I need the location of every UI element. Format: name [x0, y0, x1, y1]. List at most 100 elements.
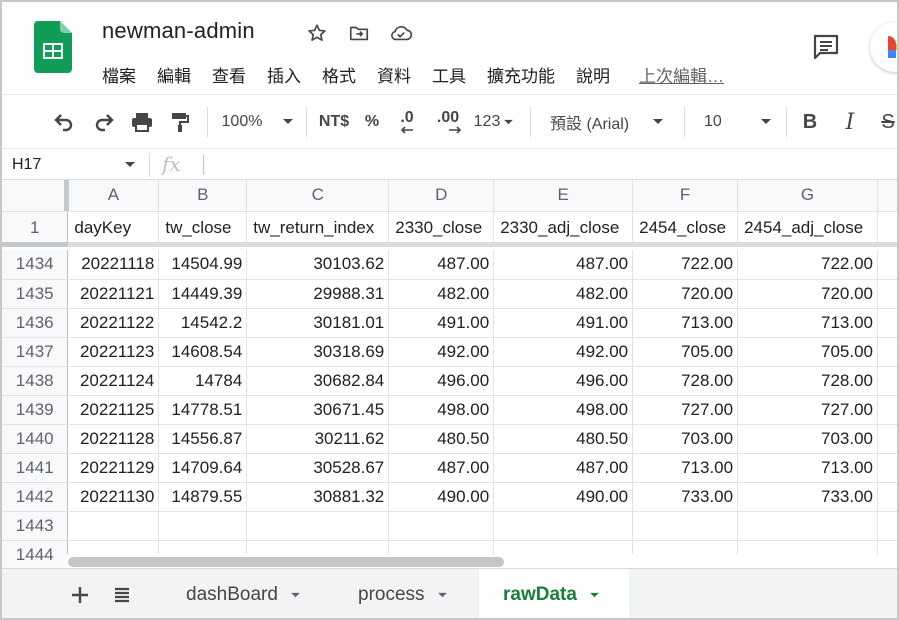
undo-icon[interactable]: [50, 95, 78, 149]
cell[interactable]: 703.00: [632, 424, 739, 454]
cell[interactable]: 705.00: [737, 337, 879, 367]
header-cell[interactable]: 2330_close: [388, 211, 495, 246]
column-freeze-handle[interactable]: [64, 180, 69, 211]
scrollbar-thumb[interactable]: [68, 557, 504, 567]
cell[interactable]: 487.00: [493, 250, 634, 280]
formula-input[interactable]: [203, 155, 204, 175]
cell[interactable]: 20221125: [67, 395, 160, 425]
header-cell[interactable]: 2454_close: [632, 211, 739, 246]
more-formats-button[interactable]: 123: [470, 95, 518, 149]
sheets-logo-icon[interactable]: [34, 21, 72, 73]
sheet-tab-process[interactable]: process: [334, 569, 474, 618]
cell[interactable]: 487.00: [493, 453, 634, 483]
cell[interactable]: 480.50: [493, 424, 634, 454]
sheet-tab-dashboard[interactable]: dashBoard: [162, 569, 318, 618]
meet-icon[interactable]: [870, 22, 897, 72]
cell[interactable]: 728.00: [737, 366, 879, 396]
chevron-down-icon[interactable]: [124, 161, 136, 169]
header-cell[interactable]: 2454_adj_close: [737, 211, 879, 246]
sheet-grid[interactable]: ABCDEFG 1 dayKey tw_close tw_return_index 2…: [2, 180, 897, 568]
cell[interactable]: [877, 337, 897, 367]
print-icon[interactable]: [128, 95, 156, 149]
cell[interactable]: [877, 366, 897, 396]
cell[interactable]: 727.00: [632, 395, 739, 425]
menu-format[interactable]: 格式: [322, 62, 356, 87]
menu-tools[interactable]: 工具: [432, 62, 466, 87]
menu-insert[interactable]: 插入: [267, 62, 301, 87]
paint-format-icon[interactable]: [166, 95, 194, 149]
menu-edit[interactable]: 編輯: [157, 62, 191, 87]
decrease-decimal-button[interactable]: .0: [392, 95, 422, 149]
cell[interactable]: 498.00: [493, 395, 634, 425]
font-family-select[interactable]: 預設 (Arial): [542, 95, 676, 149]
cell[interactable]: 727.00: [737, 395, 879, 425]
cell[interactable]: [877, 308, 897, 338]
cell[interactable]: [877, 424, 897, 454]
cell[interactable]: 14542.2: [158, 308, 248, 338]
plus-icon[interactable]: [68, 583, 92, 607]
cell[interactable]: 705.00: [632, 337, 739, 367]
cell[interactable]: 490.00: [388, 482, 495, 512]
cell[interactable]: 733.00: [632, 482, 739, 512]
cell[interactable]: 713.00: [632, 453, 739, 483]
chevron-down-icon[interactable]: [290, 592, 301, 599]
zoom-select[interactable]: 100%: [216, 95, 300, 149]
cell[interactable]: 480.50: [388, 424, 495, 454]
cloud-status-icon[interactable]: [388, 20, 414, 46]
cell[interactable]: 498.00: [388, 395, 495, 425]
cell[interactable]: 14504.99: [158, 250, 248, 280]
last-edit-link[interactable]: 上次編輯…: [639, 62, 724, 87]
cell[interactable]: 20221130: [67, 482, 160, 512]
row-number[interactable]: 1: [2, 211, 69, 246]
cell[interactable]: 14608.54: [158, 337, 248, 367]
cell[interactable]: 20221123: [67, 337, 160, 367]
horizontal-scrollbar[interactable]: [66, 554, 897, 568]
header-cell[interactable]: dayKey: [67, 211, 160, 246]
row-number[interactable]: 1442: [2, 482, 69, 512]
cell[interactable]: 14556.87: [158, 424, 248, 454]
column-header[interactable]: C: [246, 180, 390, 212]
row-freeze-handle[interactable]: [2, 242, 68, 247]
cell[interactable]: [877, 511, 897, 541]
cell[interactable]: 30682.84: [246, 366, 390, 396]
cell[interactable]: 20221121: [67, 279, 160, 309]
cell[interactable]: 20221129: [67, 453, 160, 483]
percent-format-button[interactable]: %: [359, 95, 385, 149]
cell[interactable]: [158, 511, 248, 541]
cell[interactable]: 492.00: [388, 337, 495, 367]
cell[interactable]: 492.00: [493, 337, 634, 367]
cell[interactable]: 713.00: [737, 308, 879, 338]
row-number[interactable]: 1440: [2, 424, 69, 454]
cell[interactable]: 487.00: [388, 250, 495, 280]
cell[interactable]: [388, 511, 495, 541]
cell[interactable]: [877, 453, 897, 483]
document-title[interactable]: newman-admin: [102, 18, 255, 44]
cell[interactable]: [246, 511, 390, 541]
cell[interactable]: 30181.01: [246, 308, 390, 338]
cell[interactable]: 14784: [158, 366, 248, 396]
cell[interactable]: 482.00: [493, 279, 634, 309]
font-size-select[interactable]: 10: [696, 95, 778, 149]
cell[interactable]: 30671.45: [246, 395, 390, 425]
redo-icon[interactable]: [90, 95, 118, 149]
cell[interactable]: 728.00: [632, 366, 739, 396]
cell[interactable]: [877, 395, 897, 425]
chevron-down-icon[interactable]: [437, 592, 448, 599]
row-number[interactable]: 1444: [2, 540, 69, 568]
cell[interactable]: [737, 511, 879, 541]
cell[interactable]: 496.00: [493, 366, 634, 396]
menu-view[interactable]: 查看: [212, 62, 246, 87]
cell[interactable]: 30881.32: [246, 482, 390, 512]
cell[interactable]: 482.00: [388, 279, 495, 309]
cell[interactable]: 20221128: [67, 424, 160, 454]
cell[interactable]: 720.00: [632, 279, 739, 309]
cell[interactable]: 20221118: [67, 250, 160, 280]
row-number[interactable]: 1436: [2, 308, 69, 338]
cell[interactable]: 722.00: [632, 250, 739, 280]
cell[interactable]: [632, 511, 739, 541]
cell[interactable]: [67, 511, 160, 541]
cell[interactable]: 713.00: [632, 308, 739, 338]
column-header[interactable]: B: [158, 180, 248, 212]
currency-format-button[interactable]: NT$: [314, 95, 354, 149]
cell[interactable]: [877, 279, 897, 309]
